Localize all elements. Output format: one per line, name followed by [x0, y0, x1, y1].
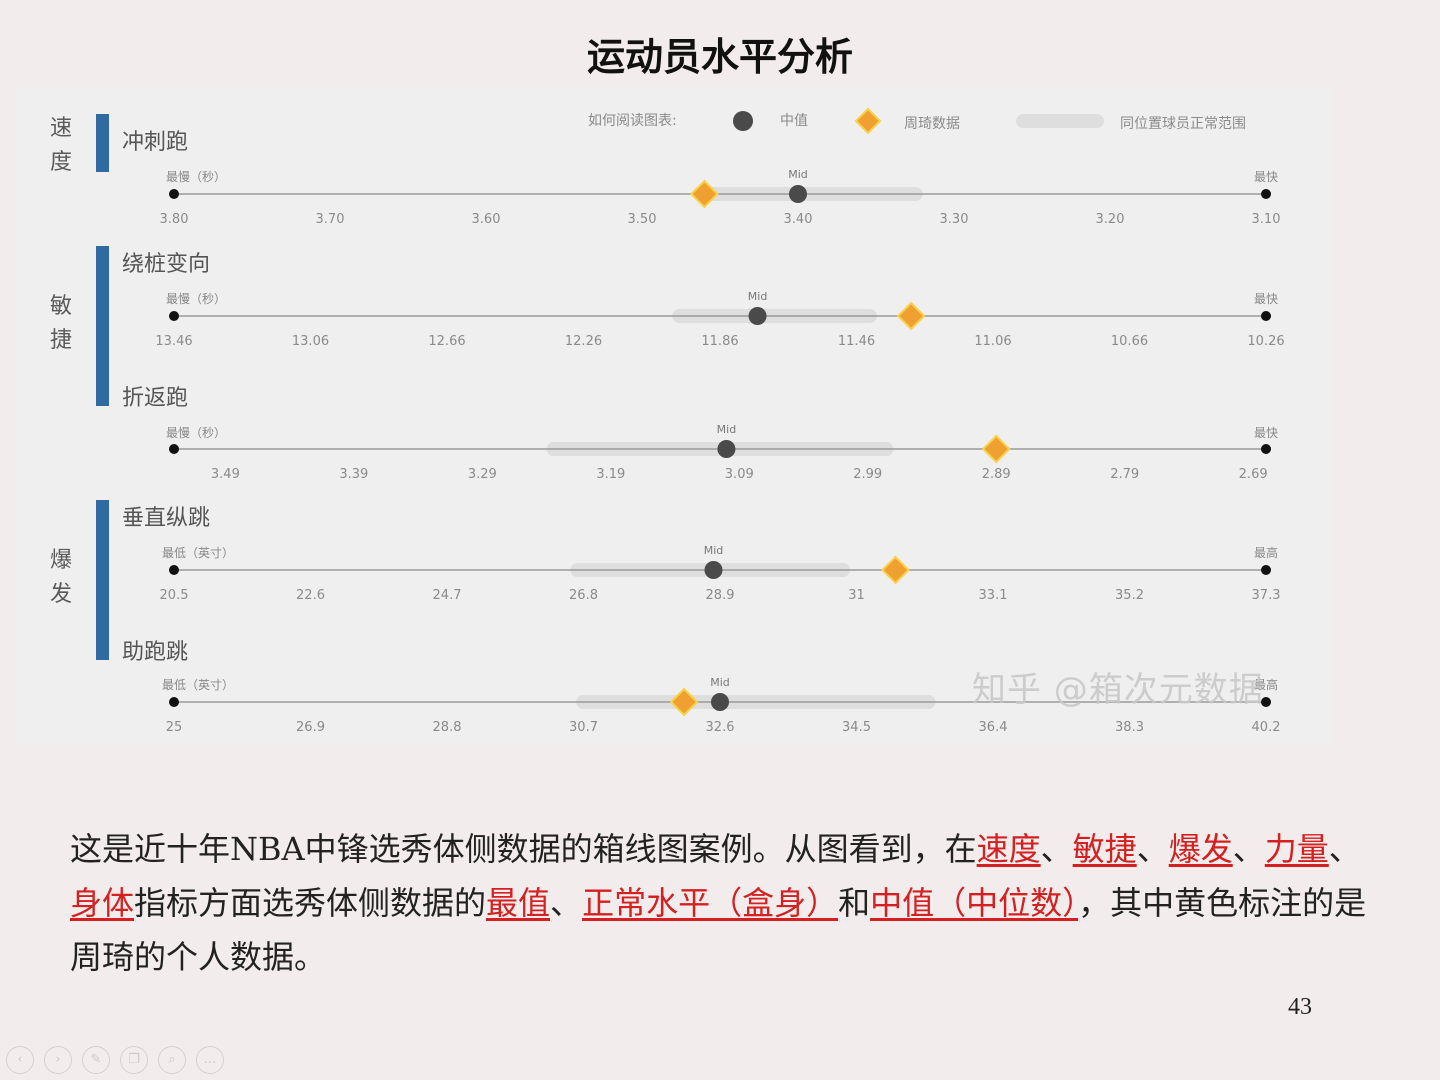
tick-label-2-3: 3.19 — [596, 467, 626, 482]
tick-label-0-7: 3.10 — [1251, 212, 1281, 227]
tick-label-4-4: 32.6 — [705, 720, 735, 735]
more-options-button[interactable]: … — [196, 1046, 224, 1074]
highlight-body: 身体 — [70, 884, 135, 922]
mid-label-2: Mid — [716, 423, 737, 436]
desc-part: 指标方面选秀体侧数据的 — [134, 884, 487, 922]
tick-label-2-2: 3.29 — [467, 467, 497, 482]
highlight-strength: 力量 — [1264, 830, 1329, 868]
legend-range-bar — [1016, 114, 1104, 128]
highlight-agility: 敏捷 — [1072, 830, 1137, 868]
player-diamond-3 — [881, 555, 910, 585]
player-diamond-2 — [981, 434, 1011, 464]
tick-label-1-3: 12.26 — [564, 334, 603, 349]
tick-label-4-1: 26.9 — [296, 720, 325, 735]
desc-sep: 、 — [1040, 830, 1073, 868]
chart-panel: 速度 敏捷 爆发 如何阅读图表: 中值 周琦数据 同位置球员正常范围 冲刺跑 绕… — [16, 88, 1330, 744]
next-slide-button[interactable]: › — [44, 1046, 72, 1074]
tick-label-4-8: 40.2 — [1251, 720, 1281, 735]
desc-sep: 、 — [1232, 830, 1265, 868]
desc-sep: 、 — [1136, 830, 1169, 868]
page-number: 43 — [1288, 994, 1312, 1020]
player-diamond-4 — [669, 687, 699, 717]
highlight-extremes: 最值 — [486, 884, 551, 922]
desc-sep: 、 — [550, 884, 583, 922]
player-diamond-1 — [896, 301, 926, 331]
median-dot-1 — [748, 307, 767, 325]
highlight-speed: 速度 — [976, 830, 1041, 868]
slides-view-button[interactable]: ❐ — [120, 1046, 148, 1074]
tick-label-2-7: 2.79 — [1110, 467, 1140, 482]
tick-label-3-7: 35.2 — [1115, 588, 1144, 603]
watermark: 知乎 @箱次元数据 — [972, 670, 1264, 710]
tick-label-1-1: 13.06 — [291, 334, 330, 349]
median-dot-3 — [704, 561, 723, 579]
axis-end-dot-2 — [1261, 444, 1271, 454]
tick-label-1-0: 13.46 — [155, 334, 193, 349]
tick-label-0-1: 3.70 — [315, 212, 345, 227]
tick-label-3-2: 24.7 — [432, 588, 462, 603]
tick-label-1-7: 10.66 — [1110, 334, 1149, 349]
slide-title: 运动员水平分析 — [586, 35, 853, 79]
mid-label-4: Mid — [710, 676, 730, 689]
tick-label-0-3: 3.50 — [627, 212, 657, 227]
highlight-box-body: 正常水平（盒身） — [582, 884, 839, 922]
desc-sep: 、 — [1328, 830, 1361, 868]
axis-start-dot-3 — [169, 565, 179, 575]
mid-label-1: Mid — [747, 290, 768, 303]
tick-label-1-8: 10.26 — [1247, 334, 1285, 349]
tick-label-4-0: 25 — [165, 720, 183, 735]
axis-start-dot-2 — [169, 444, 179, 454]
axis-start-dot-0 — [169, 189, 179, 199]
median-dot-4 — [711, 693, 729, 711]
axis-end-dot-0 — [1261, 189, 1271, 199]
highlight-median: 中值（中位数） — [870, 884, 1079, 922]
tick-label-3-8: 37.3 — [1251, 588, 1281, 603]
median-dot-2 — [717, 440, 736, 458]
pen-tool-button[interactable]: ✎ — [82, 1046, 110, 1074]
tick-label-3-6: 33.1 — [978, 588, 1008, 603]
highlight-power: 爆发 — [1168, 830, 1233, 868]
axis-end-dot-3 — [1261, 565, 1271, 575]
axis-end-dot-1 — [1261, 311, 1271, 321]
tick-label-0-6: 3.20 — [1095, 212, 1125, 227]
desc-part: 这是近十年NBA中锋选秀体侧数据的箱线图案例。从图看到，在 — [70, 830, 977, 868]
tick-label-3-3: 26.8 — [569, 588, 598, 603]
tick-label-2-4: 3.09 — [724, 467, 754, 482]
mid-label-0: Mid — [788, 168, 808, 181]
axis-start-dot-1 — [169, 311, 179, 321]
tick-label-2-1: 3.39 — [339, 467, 369, 482]
tick-label-2-0: 3.49 — [210, 467, 240, 482]
legend-player-diamond — [854, 107, 882, 135]
tick-label-4-5: 34.5 — [842, 720, 871, 735]
median-dot-0 — [789, 185, 807, 203]
tick-label-3-1: 22.6 — [296, 588, 325, 603]
tick-label-4-6: 36.4 — [978, 720, 1008, 735]
tick-label-3-4: 28.9 — [705, 588, 735, 603]
box-plot-svg — [169, 107, 1271, 717]
tick-label-4-7: 38.3 — [1115, 720, 1144, 735]
tick-label-2-6: 2.89 — [981, 467, 1011, 482]
mid-label-3: Mid — [703, 544, 724, 557]
tick-label-0-5: 3.30 — [939, 212, 969, 227]
tick-label-4-2: 28.8 — [432, 720, 462, 735]
tick-label-3-5: 31 — [848, 588, 865, 603]
tick-label-2-8: 2.69 — [1238, 467, 1268, 482]
tick-label-1-4: 11.86 — [701, 334, 739, 349]
tick-label-0-2: 3.60 — [471, 212, 501, 227]
legend-median-dot — [733, 111, 753, 131]
tick-label-4-3: 30.7 — [569, 720, 598, 735]
tick-label-0-0: 3.80 — [159, 212, 189, 227]
prev-slide-button[interactable]: ‹ — [6, 1046, 34, 1074]
player-diamond-0 — [689, 179, 719, 209]
desc-part: 和 — [838, 884, 871, 922]
zoom-button[interactable]: ⌕ — [158, 1046, 186, 1074]
tick-label-1-6: 11.06 — [974, 334, 1012, 349]
tick-label-1-5: 11.46 — [837, 334, 876, 349]
tick-label-2-5: 2.99 — [853, 467, 883, 482]
axis-start-dot-4 — [169, 697, 179, 707]
tick-label-1-2: 12.66 — [428, 334, 466, 349]
description-text: 这是近十年NBA中锋选秀体侧数据的箱线图案例。从图看到，在速度、敏捷、爆发、力量… — [70, 822, 1390, 984]
tick-label-3-0: 20.5 — [159, 588, 189, 603]
tick-label-0-4: 3.40 — [783, 212, 813, 227]
